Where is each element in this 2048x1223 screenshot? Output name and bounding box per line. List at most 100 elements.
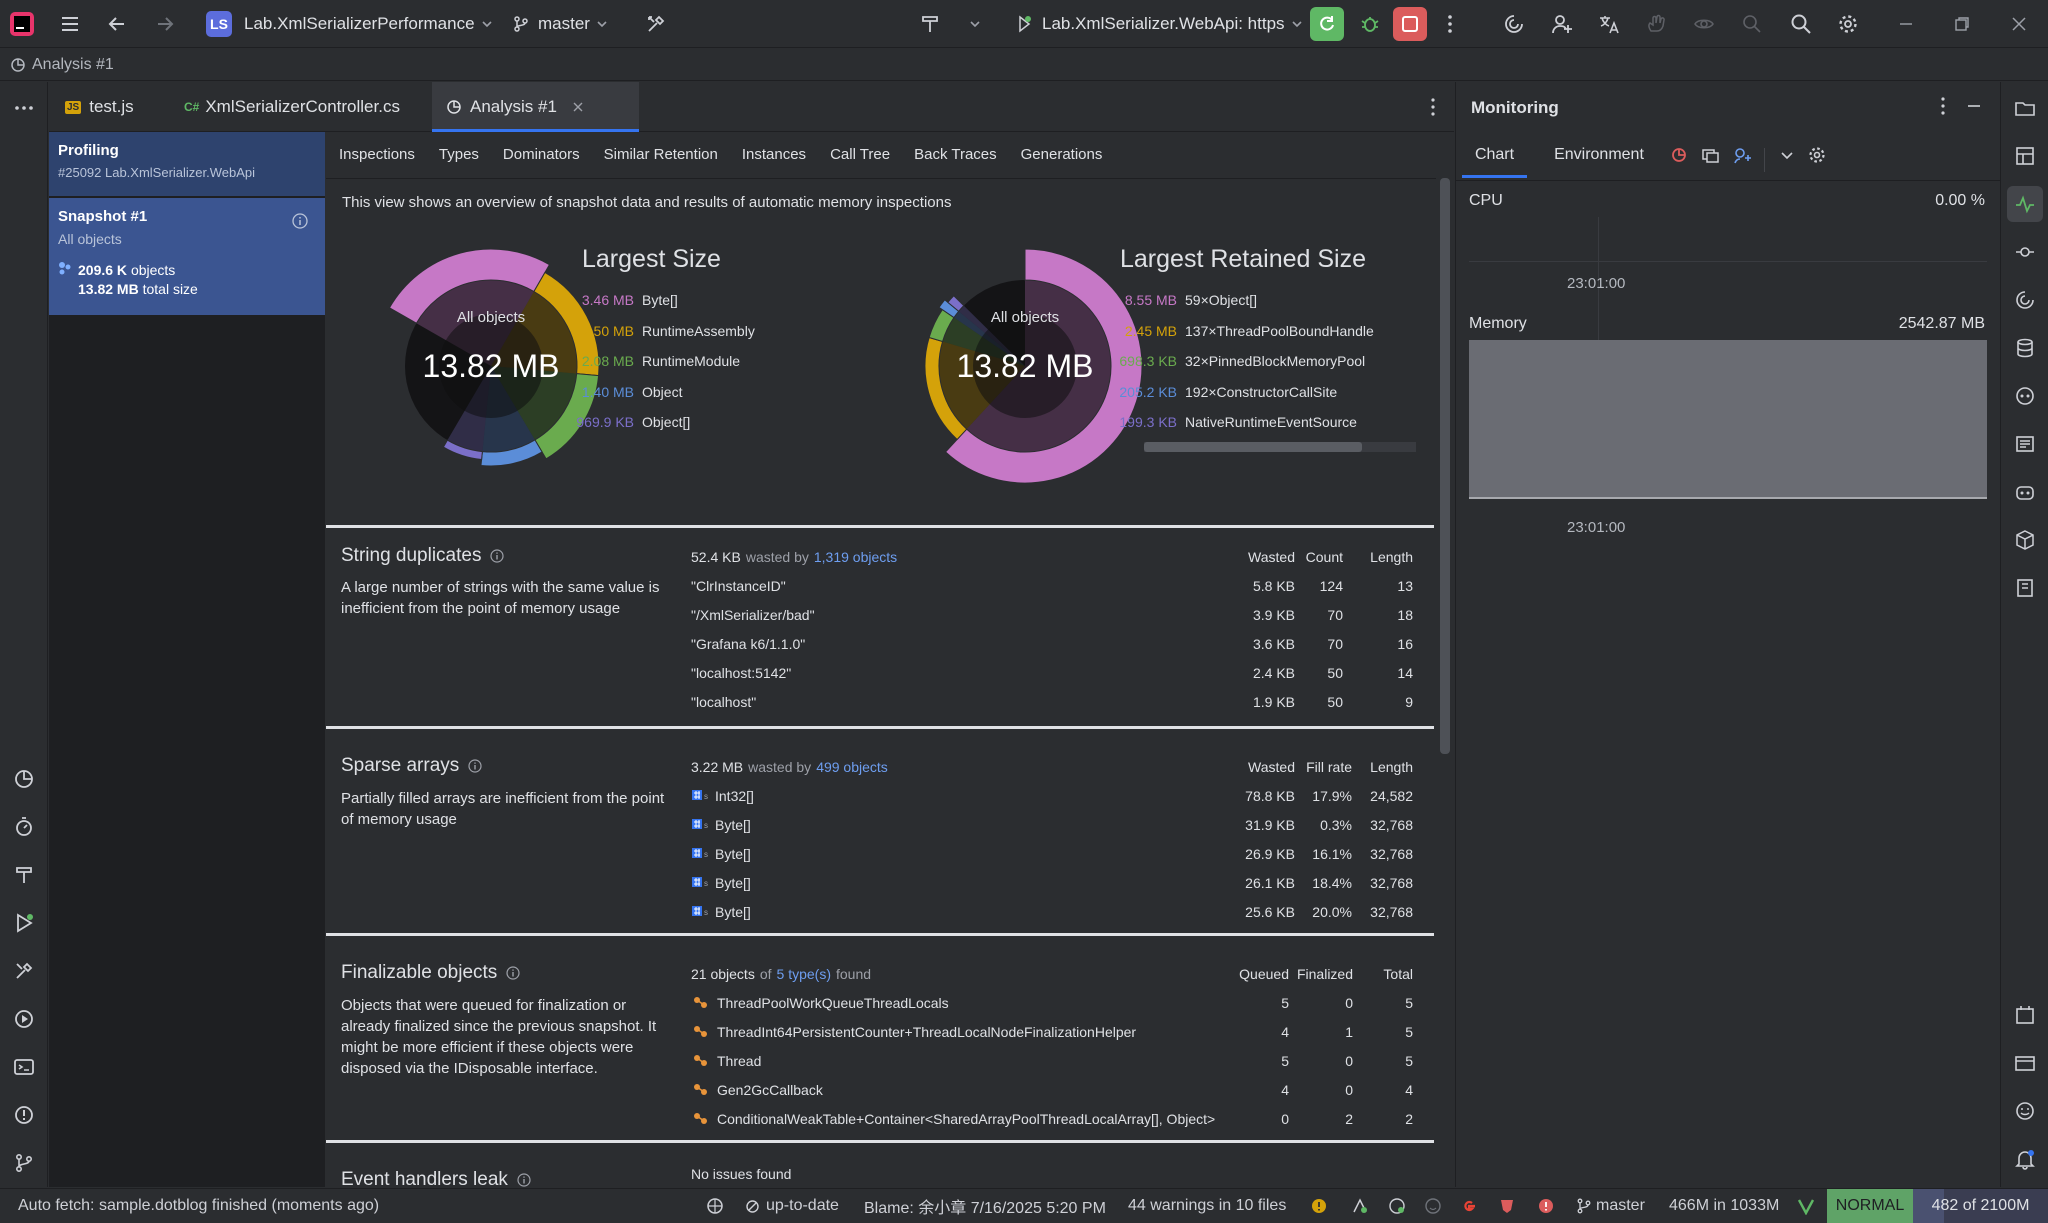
memory-usage-indicator[interactable]: 482 of 2100M [1913, 1189, 2048, 1223]
table-row[interactable]: "localhost" 1.9 KB 50 9 [691, 687, 1421, 716]
services-tools-icon[interactable] [6, 953, 42, 989]
summary-link[interactable]: 5 type(s) [777, 966, 831, 982]
run-icon[interactable] [6, 905, 42, 941]
terminal-icon[interactable] [6, 1049, 42, 1085]
profiler-icon[interactable] [6, 761, 42, 797]
tab-test-js[interactable]: JS test.js [65, 82, 134, 132]
translate-icon[interactable] [1591, 6, 1627, 42]
tab-xmlserializer-controller[interactable]: C# XmlSerializerController.cs [184, 82, 400, 132]
warning-icon[interactable] [1310, 1189, 1328, 1223]
info-icon[interactable] [489, 548, 505, 564]
subtab-similar-retention[interactable]: Similar Retention [604, 132, 718, 177]
shield-icon[interactable] [1498, 1189, 1516, 1223]
legend-horizontal-scrollbar[interactable] [1144, 442, 1416, 452]
commit-icon[interactable] [2007, 234, 2043, 270]
subtab-inspections[interactable]: Inspections [339, 132, 415, 177]
tab-analysis-1[interactable]: Analysis #1 [432, 82, 639, 132]
table-row[interactable]: s Byte[] 26.9 KB 16.1% 32,768 [691, 839, 1421, 868]
vim-mode-badge[interactable]: NORMAL [1827, 1189, 1913, 1223]
subtab-types[interactable]: Types [439, 132, 479, 177]
snapshot-item[interactable]: Snapshot #1 All objects 209.6 K objects … [49, 198, 325, 315]
hide-panel-icon[interactable] [1956, 88, 1992, 124]
legend-item[interactable]: 205.2 KB 192×ConstructorCallSite [1109, 377, 1419, 407]
search-plugin-icon[interactable] [1734, 6, 1770, 42]
code-analysis-icon[interactable] [1351, 1189, 1369, 1223]
structure-icon[interactable] [2007, 138, 2043, 174]
table-row[interactable]: ConditionalWeakTable+Container<SharedArr… [691, 1104, 1421, 1133]
notifications-bell-icon[interactable] [2007, 1141, 2043, 1177]
app-logo[interactable] [8, 0, 36, 48]
table-row[interactable]: s Byte[] 25.6 KB 20.0% 32,768 [691, 897, 1421, 926]
subtab-dominators[interactable]: Dominators [503, 132, 580, 177]
build-dropdown[interactable] [963, 0, 981, 48]
debug-bug-icon[interactable] [1352, 6, 1388, 42]
error-icon[interactable] [1537, 1189, 1555, 1223]
nuget-icon[interactable] [2007, 997, 2043, 1033]
subtab-generations[interactable]: Generations [1021, 132, 1103, 177]
add-user-icon[interactable] [1544, 6, 1580, 42]
ai-chat-icon[interactable] [2007, 282, 2043, 318]
statusbar-branch[interactable]: master [1576, 1189, 1645, 1223]
monitor-settings-icon[interactable] [1799, 137, 1835, 173]
info-icon[interactable] [516, 1172, 532, 1187]
table-row[interactable]: ThreadPoolWorkQueueThreadLocals 5 0 5 [691, 988, 1421, 1017]
legend-item[interactable]: 3.46 MB Byte[] [566, 285, 678, 315]
copilot-icon[interactable] [2007, 378, 2043, 414]
table-row[interactable]: Gen2GcCallback 4 0 4 [691, 1075, 1421, 1104]
column-header[interactable]: Length [1370, 549, 1413, 565]
summary-link[interactable]: 1,319 objects [814, 549, 897, 565]
branch-selector[interactable]: master [512, 0, 608, 48]
subtab-instances[interactable]: Instances [742, 132, 806, 177]
warnings-count[interactable]: 44 warnings in 10 files [1128, 1189, 1286, 1223]
info-icon[interactable] [467, 758, 483, 774]
tools-icon[interactable] [638, 6, 674, 42]
copilot-status-icon[interactable] [1388, 1189, 1406, 1223]
content-vertical-scrollbar[interactable] [1440, 178, 1450, 754]
column-header[interactable]: Wasted [1248, 759, 1295, 775]
attach-memory-icon[interactable] [1724, 137, 1760, 173]
table-row[interactable]: ThreadInt64PersistentCounter+ThreadLocal… [691, 1017, 1421, 1046]
table-row[interactable]: "localhost:5142" 2.4 KB 50 14 [691, 658, 1421, 687]
play-circle-icon[interactable] [6, 1001, 42, 1037]
legend-item[interactable]: 698.3 KB 32×PinnedBlockMemoryPool [1109, 346, 1419, 376]
legend-item[interactable]: 2.50 MB RuntimeAssembly [566, 316, 755, 346]
column-header[interactable]: Wasted [1248, 549, 1295, 565]
table-row[interactable]: "/XmlSerializer/bad" 3.9 KB 70 18 [691, 600, 1421, 629]
status-message[interactable]: Auto fetch: sample.dotblog finished (mom… [18, 1189, 379, 1223]
git-blame[interactable]: Blame: 余小章 7/16/2025 5:20 PM [864, 1189, 1106, 1223]
table-row[interactable]: "Grafana k6/1.1.0" 3.6 KB 70 16 [691, 629, 1421, 658]
monitoring-pulse-icon[interactable] [2007, 186, 2043, 222]
timer-icon[interactable] [6, 809, 42, 845]
table-row[interactable]: s Byte[] 31.9 KB 0.3% 32,768 [691, 810, 1421, 839]
restore-window-icon[interactable] [1944, 6, 1980, 42]
column-header[interactable]: Total [1383, 966, 1413, 982]
smiley-icon[interactable] [1424, 1189, 1442, 1223]
rerun-button[interactable] [1310, 7, 1344, 41]
tab-chart[interactable]: Chart [1456, 132, 1533, 178]
more-horizontal-icon[interactable] [6, 90, 42, 126]
table-row[interactable]: "ClrInstanceID" 5.8 KB 124 13 [691, 571, 1421, 600]
notes-icon[interactable] [2007, 426, 2043, 462]
minimize-window-icon[interactable] [1888, 6, 1924, 42]
api-icon[interactable] [2007, 1045, 2043, 1081]
main-menu-icon[interactable] [52, 6, 88, 42]
run-config-selector[interactable]: Lab.XmlSerializer.WebApi: https [1014, 0, 1303, 48]
close-window-icon[interactable] [2001, 6, 2037, 42]
eye-icon[interactable] [1686, 6, 1722, 42]
bookmark-icon[interactable] [2007, 570, 2043, 606]
memory-indicator[interactable]: 466M in 1033M [1669, 1189, 1779, 1223]
back-arrow-icon[interactable] [99, 6, 135, 42]
column-header[interactable]: Queued [1239, 966, 1289, 982]
settings-gear-icon[interactable] [1830, 6, 1866, 42]
ai-assistant-icon[interactable] [1496, 6, 1532, 42]
assistant-bot-icon[interactable] [2007, 474, 2043, 510]
column-header[interactable]: Fill rate [1306, 759, 1352, 775]
table-row[interactable]: Thread 5 0 5 [691, 1046, 1421, 1075]
profiling-session-item[interactable]: Profiling #25092 Lab.XmlSerializer.WebAp… [49, 132, 325, 196]
build-icon[interactable] [6, 857, 42, 893]
legend-item[interactable]: 1.40 MB Object [566, 377, 683, 407]
problems-icon[interactable] [6, 1097, 42, 1133]
legend-item[interactable]: 969.9 KB Object[] [566, 407, 690, 437]
legend-item[interactable]: 2.45 MB 137×ThreadPoolBoundHandle [1109, 316, 1419, 346]
legend-item[interactable]: 199.3 KB NativeRuntimeEventSource [1109, 407, 1419, 437]
